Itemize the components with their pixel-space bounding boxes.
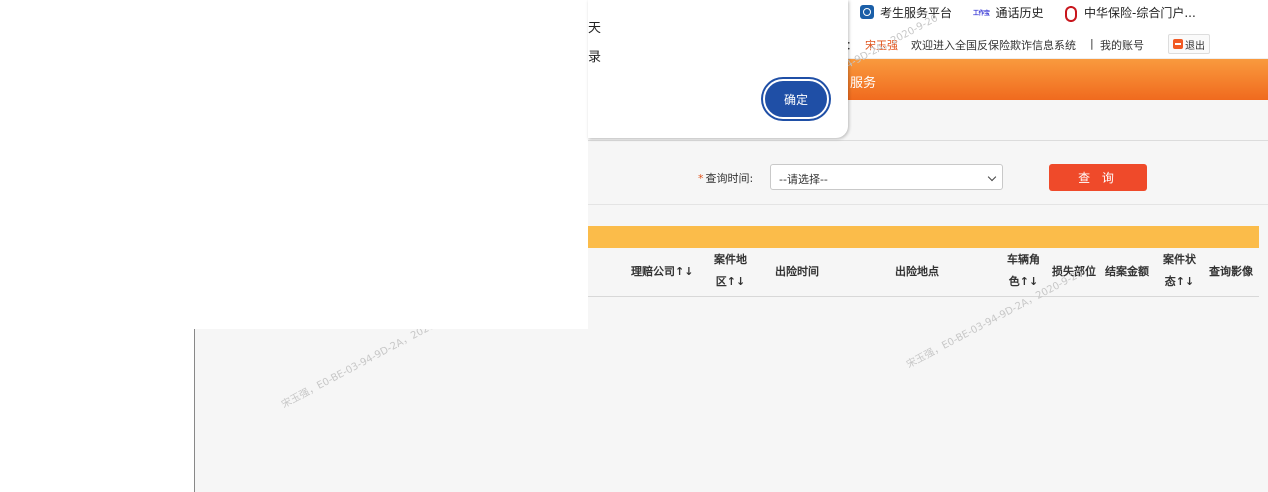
dialog-message-line: 录	[588, 50, 602, 65]
query-time-select[interactable]: --请选择--	[770, 164, 1003, 190]
alert-dialog: 天 录 确定	[588, 0, 848, 138]
bookmark-call-history[interactable]: 工作宝 通话历史	[973, 3, 1044, 21]
exam-portal-icon	[860, 5, 874, 19]
col-case-status[interactable]: 案件状 态↑↓	[1163, 249, 1196, 293]
col-view-images: 查询影像	[1209, 265, 1253, 278]
required-mark: *	[698, 172, 704, 185]
bookmark-label: 考生服务平台	[880, 5, 953, 20]
col-accident-location: 出险地点	[895, 265, 939, 278]
col-settlement-amount: 结案金额	[1105, 265, 1149, 278]
bookmark-zhonghua[interactable]: 中华保险-综合门户...	[1064, 3, 1196, 22]
user-name: 宋玉强	[865, 39, 898, 52]
zhonghua-logo-icon	[1064, 5, 1078, 22]
bookmark-label: 中华保险-综合门户...	[1084, 5, 1196, 20]
col-case-region[interactable]: 案件地 区↑↓	[714, 249, 747, 293]
col-claim-company[interactable]: 理赔公司↑↓	[631, 261, 693, 283]
my-account-link[interactable]: 我的账号	[1100, 37, 1144, 53]
col-damage-part: 损失部位	[1052, 265, 1096, 278]
logout-icon	[1173, 39, 1183, 49]
query-time-label-text: 查询时间:	[705, 172, 754, 185]
welcome-text: 欢迎进入全国反保险欺诈信息系统	[911, 39, 1076, 52]
ok-button[interactable]: 确定	[763, 79, 829, 119]
dialog-message-line: 天	[588, 21, 602, 36]
call-history-icon: 工作宝	[973, 9, 990, 17]
header-divider: |	[1090, 37, 1094, 50]
nav-item-services[interactable]: 服务	[850, 72, 876, 91]
overlay-panel	[0, 0, 588, 329]
query-time-label: * 查询时间:	[698, 170, 753, 186]
logout-label: 退出	[1185, 40, 1205, 52]
bookmark-exam-portal[interactable]: 考生服务平台	[860, 3, 952, 21]
search-button[interactable]: 查 询	[1049, 164, 1147, 191]
bookmark-label: 通话历史	[995, 5, 1044, 20]
query-time-select-value: --请选择--	[779, 173, 828, 186]
logout-button[interactable]: 退出	[1168, 34, 1210, 54]
col-vehicle-role[interactable]: 车辆角 色↑↓	[1007, 249, 1040, 293]
chevron-down-icon	[987, 172, 997, 182]
col-accident-time: 出险时间	[775, 265, 819, 278]
